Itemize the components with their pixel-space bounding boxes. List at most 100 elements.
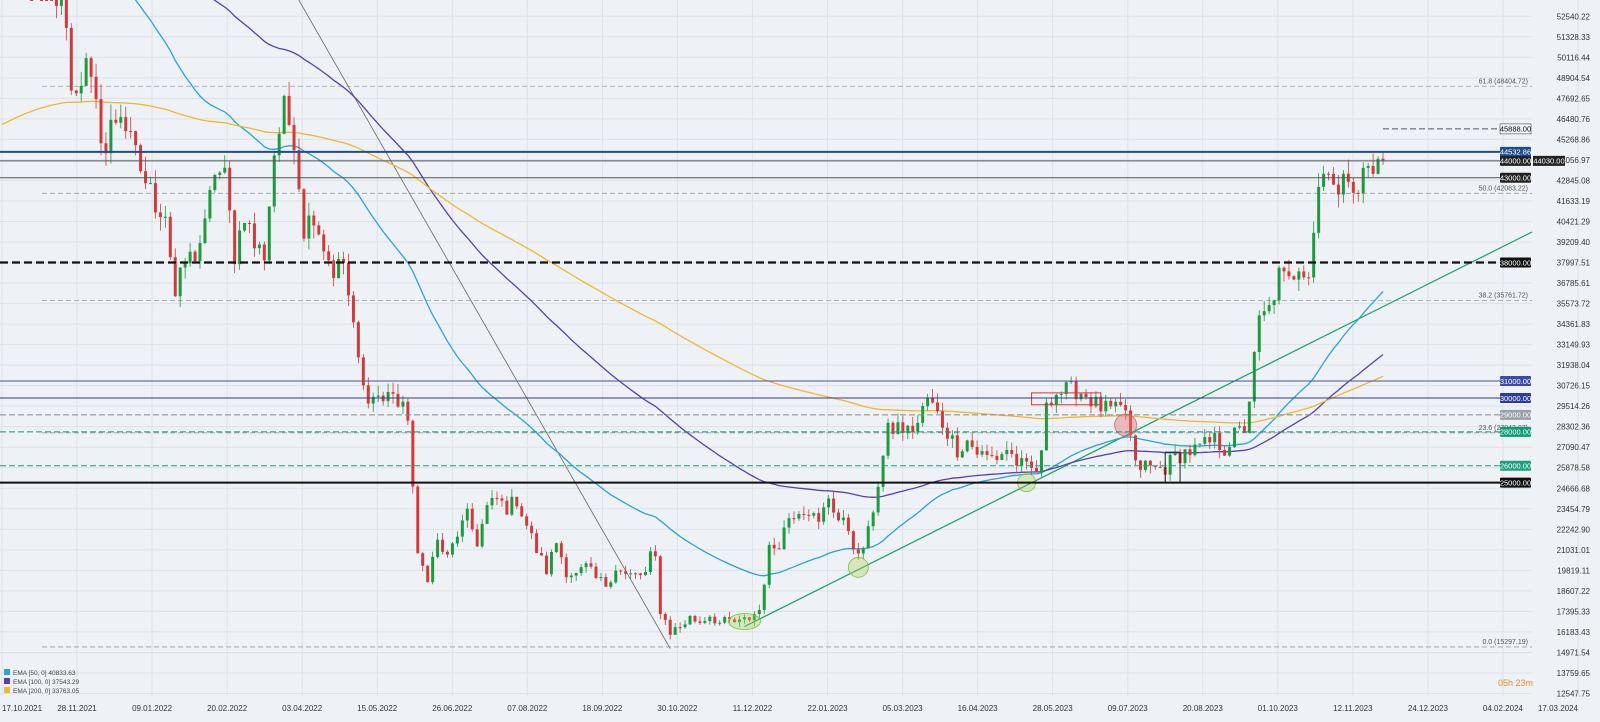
candle-body — [673, 627, 677, 635]
candle-body — [1307, 277, 1311, 279]
fib-level-label: 61.8 (48404.72) — [1479, 78, 1528, 85]
candle-body — [267, 206, 271, 261]
price-chart[interactable]: 61.8 (48404.72) 50.0 (42083.22) 38.2 (3576… — [0, 0, 1600, 722]
candle-body — [455, 536, 459, 544]
candle-body — [198, 243, 202, 262]
candle-body — [84, 58, 88, 86]
candle-body — [619, 570, 623, 572]
candle-body — [807, 514, 811, 516]
candle-body — [1341, 173, 1345, 195]
support-touch-marker — [847, 556, 869, 578]
candle-body — [1366, 165, 1370, 168]
candle-body — [1361, 167, 1365, 194]
candle-body — [114, 119, 118, 123]
candle-body — [1030, 461, 1034, 468]
candle-body — [1223, 450, 1227, 456]
candle-body — [1356, 192, 1360, 194]
y-tick-label: 34361.83 — [1557, 320, 1591, 329]
x-tick-label: 12.11.2023 — [1333, 704, 1373, 713]
x-tick-label: 01.10.2023 — [1258, 704, 1299, 713]
candle-body — [89, 58, 93, 77]
candle-body — [1213, 433, 1217, 443]
x-tick-label: 15.05.2022 — [357, 704, 398, 713]
candle-body — [678, 627, 682, 629]
legend-swatch — [4, 669, 10, 675]
candle-body — [158, 212, 162, 217]
candle-body — [856, 549, 860, 554]
candle-body — [1292, 276, 1296, 280]
candle-body — [980, 451, 984, 455]
candle-body — [1218, 433, 1222, 451]
candle-body — [965, 440, 969, 452]
candle-body — [1158, 466, 1162, 468]
candle-body — [886, 422, 890, 456]
candle-body — [663, 614, 667, 620]
candle-body — [1233, 427, 1236, 448]
y-tick-label: 27090.47 — [1557, 443, 1591, 452]
candle-body — [762, 584, 766, 610]
y-tick-label: 29514.26 — [1557, 402, 1591, 411]
y-tick-label: 47692.65 — [1557, 94, 1591, 103]
candle-body — [940, 411, 944, 428]
candle-body — [1257, 315, 1261, 353]
candle-body — [1138, 460, 1142, 470]
candle-body — [851, 531, 855, 550]
candle-body — [317, 225, 321, 235]
candle-body — [485, 505, 489, 524]
level-price-tag-text: 31000.00 — [1500, 377, 1531, 386]
candle-body — [1327, 173, 1331, 175]
candle-body — [832, 498, 836, 513]
candle-body — [307, 215, 311, 239]
level-price-tag-text: 43000.00 — [1500, 174, 1531, 183]
candle-body — [144, 171, 148, 184]
y-tick-label: 37997.51 — [1557, 259, 1591, 268]
candle-body — [1059, 394, 1063, 396]
y-tick-label: 52540.22 — [1557, 12, 1591, 21]
candle-body — [1114, 401, 1118, 407]
candle-body — [861, 548, 865, 554]
candle-body — [1015, 453, 1019, 466]
candle-body — [846, 517, 850, 532]
candle-body — [248, 223, 251, 225]
candle-body — [599, 577, 603, 579]
candle-body — [1134, 435, 1137, 461]
candle-body — [287, 95, 291, 125]
candle-body — [312, 215, 316, 226]
candle-body — [351, 295, 355, 323]
candle-body — [505, 500, 509, 515]
y-tick-label: 40421.29 — [1557, 217, 1591, 226]
candle-body — [668, 619, 672, 635]
candle-body — [1148, 460, 1152, 466]
candle-body — [1272, 300, 1276, 306]
candle-body — [841, 517, 845, 521]
candle-body — [658, 556, 662, 615]
candle-body — [1010, 449, 1014, 454]
candle-body — [970, 440, 974, 447]
candle-body — [688, 615, 692, 625]
y-tick-label: 13759.65 — [1557, 669, 1591, 678]
candle-body — [396, 393, 400, 407]
y-tick-label: 35573.72 — [1557, 300, 1591, 309]
candle-body — [1025, 458, 1029, 462]
candle-body — [1193, 444, 1197, 456]
candle-body — [594, 566, 598, 578]
candle-body — [916, 422, 920, 432]
candle-body — [460, 520, 464, 537]
candle-body — [401, 401, 405, 407]
y-tick-label: 46480.76 — [1557, 115, 1591, 124]
candle-body — [648, 551, 652, 573]
candle-body — [1198, 443, 1202, 445]
candle-body — [332, 260, 336, 279]
candle-body — [1104, 400, 1108, 412]
candle-body — [356, 322, 360, 358]
candle-body — [74, 90, 78, 94]
level-price-tag-text: 25000.00 — [1500, 478, 1531, 487]
candle-body — [183, 263, 187, 268]
candle-body — [495, 497, 499, 499]
chart-background — [0, 0, 1600, 722]
candle-body — [218, 172, 222, 176]
candle-body — [693, 615, 697, 622]
candle-body — [1317, 186, 1321, 233]
x-tick-label: 17.03.2024 — [1538, 704, 1579, 713]
candle-body — [79, 85, 83, 94]
